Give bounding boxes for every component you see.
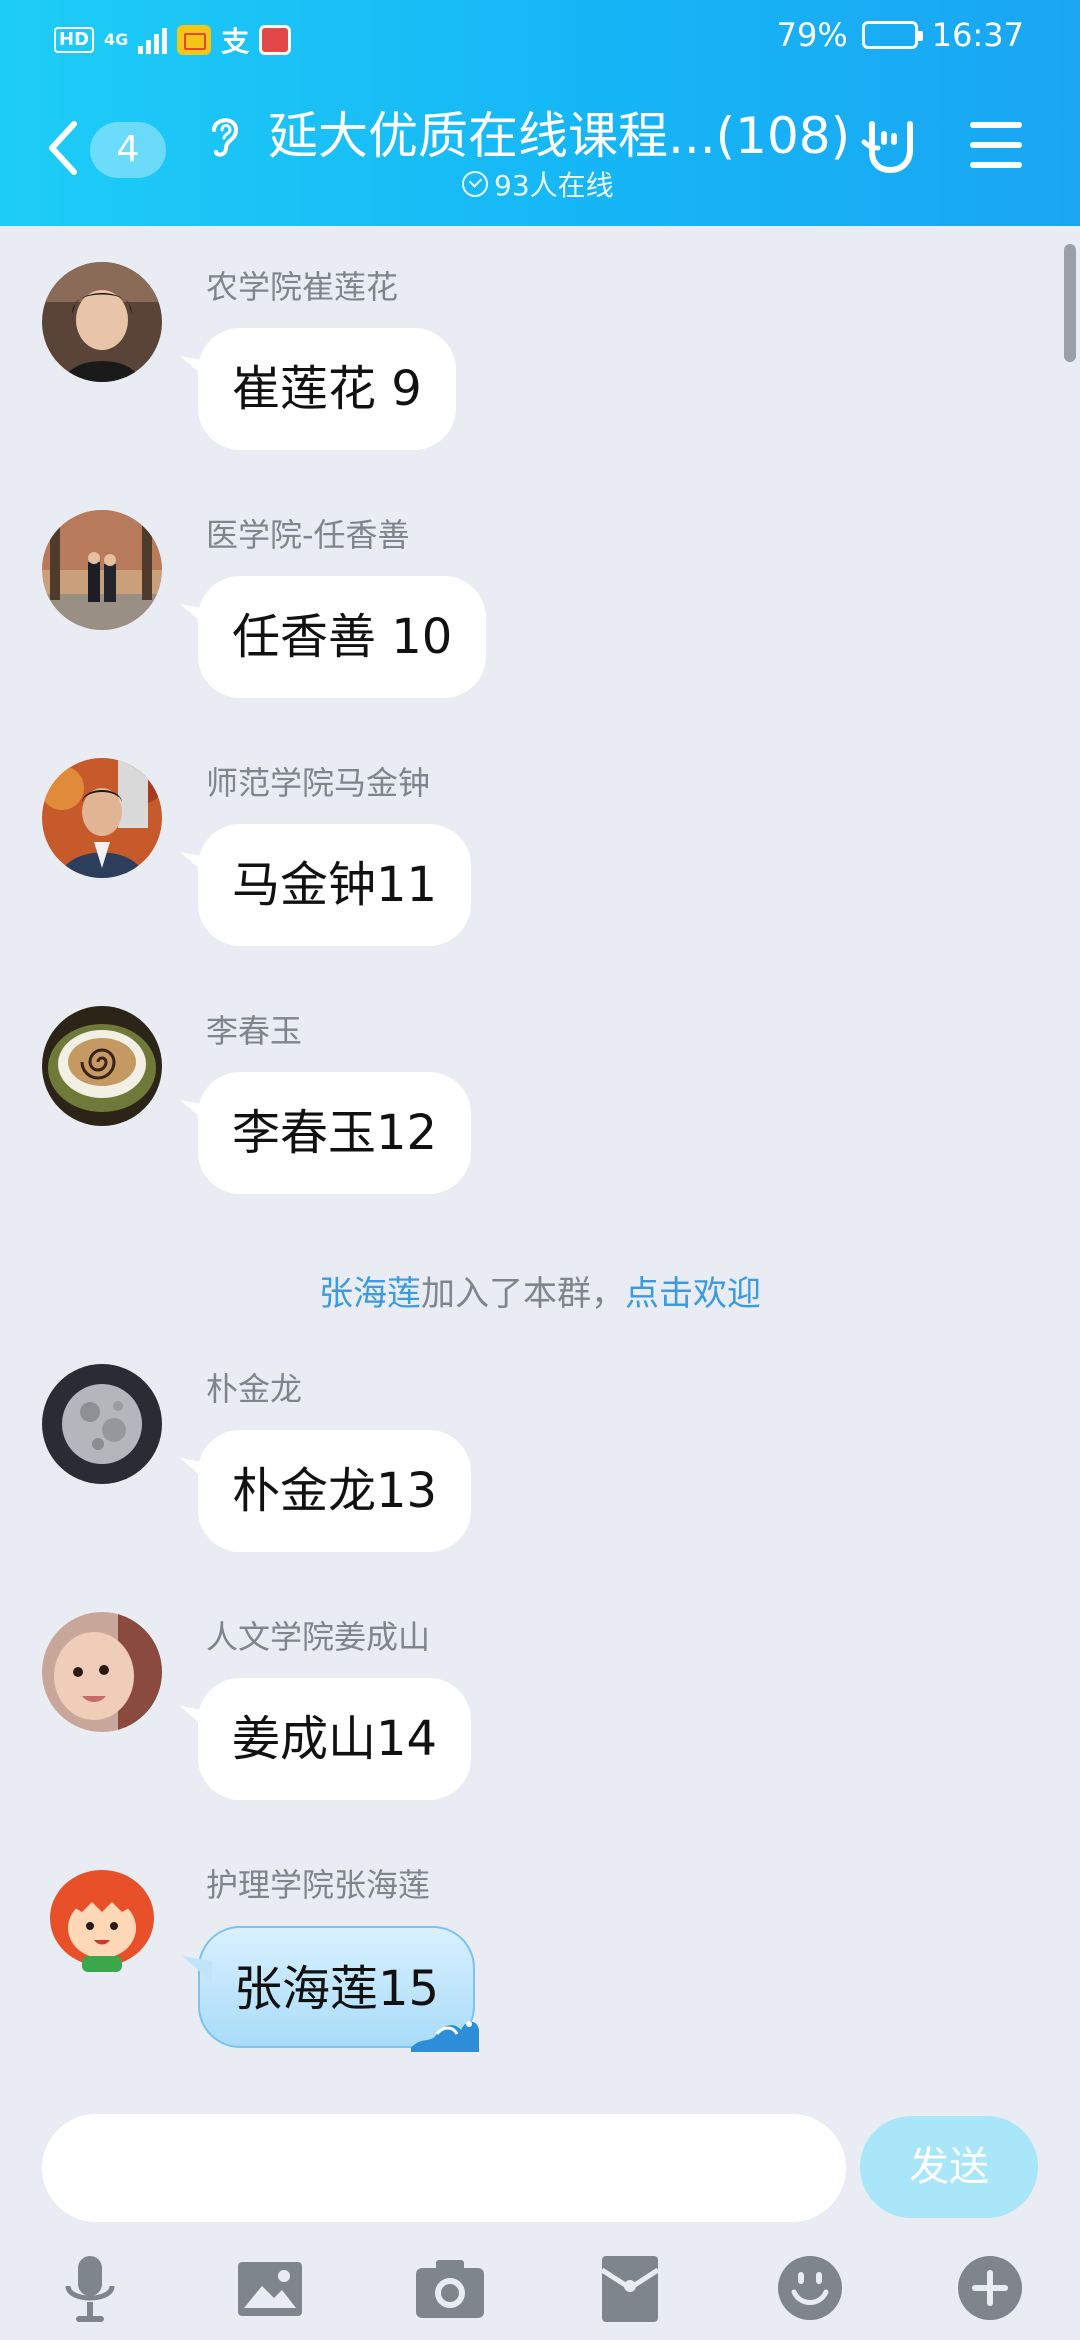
- system-message: 张海莲加入了本群，点击欢迎: [0, 1266, 1080, 1315]
- menu-icon[interactable]: [970, 122, 1022, 168]
- battery-icon: [861, 21, 923, 49]
- status-bar: HD 4G 支 79% 16:37: [0, 0, 1080, 74]
- wave-decoration-icon: [411, 2021, 480, 2052]
- message-bubble[interactable]: 姜成山14: [198, 1678, 472, 1800]
- message-bubble[interactable]: 朴金龙13: [198, 1430, 472, 1552]
- avatar-coffee-cup[interactable]: [42, 1006, 162, 1126]
- network-type: 4G: [104, 30, 129, 49]
- microphone-icon[interactable]: [50, 2248, 130, 2328]
- message-input[interactable]: [42, 2114, 846, 2222]
- avatar-couple-outdoor[interactable]: [42, 510, 162, 630]
- message-bubble[interactable]: 张海莲15: [198, 1926, 480, 2052]
- message-bubble[interactable]: 崔莲花 9: [198, 328, 456, 450]
- status-right: 79% 16:37: [777, 16, 1024, 54]
- send-button[interactable]: 发送: [860, 2116, 1038, 2218]
- joined-member-link[interactable]: 张海莲: [319, 1274, 421, 1314]
- message-row: 师范学院马金钟 马金钟11: [0, 758, 1080, 958]
- sender-name: 朴金龙: [206, 1370, 303, 1408]
- sender-name: 医学院-任香善: [206, 516, 410, 554]
- message-row: 李春玉 李春玉12: [0, 1006, 1080, 1206]
- chat-header: HD 4G 支 79% 16:37 4 延大优质在线课程...(108) 93人…: [0, 0, 1080, 226]
- message-list[interactable]: 农学院崔莲花 崔莲花 9 医学院-任香善 任香善 10 师范学院马金钟 马金钟1…: [0, 226, 1080, 2076]
- book-notification-icon: [259, 25, 292, 55]
- avatar-man-autumn[interactable]: [42, 758, 162, 878]
- chat-toolbar: [0, 2240, 1080, 2340]
- status-left: HD 4G 支: [54, 20, 292, 60]
- mail-notification-icon: [177, 25, 212, 55]
- clock: 16:37: [931, 16, 1024, 54]
- sender-name: 护理学院张海莲: [206, 1866, 431, 1904]
- signal-icon: [138, 26, 168, 54]
- alipay-notification-icon: 支: [221, 25, 250, 58]
- camera-icon[interactable]: [410, 2248, 490, 2328]
- online-count: 93人在线: [494, 169, 614, 202]
- hd-indicator: HD: [54, 27, 95, 53]
- welcome-link[interactable]: 点击欢迎: [625, 1274, 761, 1314]
- image-icon[interactable]: [230, 2248, 310, 2328]
- sender-name: 师范学院马金钟: [206, 764, 431, 802]
- message-bubble[interactable]: 马金钟11: [198, 824, 472, 946]
- red-envelope-icon[interactable]: [590, 2248, 670, 2328]
- sender-name: 李春玉: [206, 1012, 303, 1050]
- message-row: 朴金龙 朴金龙13: [0, 1364, 1080, 1564]
- avatar-moon[interactable]: [42, 1364, 162, 1484]
- input-bar: 发送: [0, 2100, 1080, 2240]
- avatar-baby[interactable]: [42, 1612, 162, 1732]
- group-title[interactable]: 延大优质在线课程...(108): [268, 96, 850, 168]
- emoji-icon[interactable]: [770, 2248, 850, 2328]
- message-bubble[interactable]: 李春玉12: [198, 1072, 472, 1194]
- message-row: 农学院崔莲花 崔莲花 9: [0, 262, 1080, 462]
- avatar-cartoon-girl[interactable]: [42, 1860, 162, 1980]
- message-row: 医学院-任香善 任香善 10: [0, 510, 1080, 710]
- message-bubble[interactable]: 任香善 10: [198, 576, 487, 698]
- plus-icon[interactable]: [950, 2248, 1030, 2328]
- ear-icon[interactable]: [206, 112, 242, 160]
- battery-percent: 79%: [776, 16, 848, 54]
- back-arrow-icon[interactable]: [44, 118, 84, 178]
- online-check-icon: [462, 171, 488, 197]
- message-row: 护理学院张海莲 张海莲15: [0, 1860, 1080, 2060]
- sender-name: 农学院崔莲花: [206, 268, 399, 306]
- system-message-text: 加入了本群，: [421, 1274, 625, 1314]
- message-row: 人文学院姜成山 姜成山14: [0, 1612, 1080, 1812]
- unread-count-badge[interactable]: 4: [90, 122, 166, 178]
- hand-gesture-icon[interactable]: [858, 112, 922, 176]
- avatar-woman[interactable]: [42, 262, 162, 382]
- sender-name: 人文学院姜成山: [206, 1618, 431, 1656]
- online-status: 93人在线: [462, 164, 614, 204]
